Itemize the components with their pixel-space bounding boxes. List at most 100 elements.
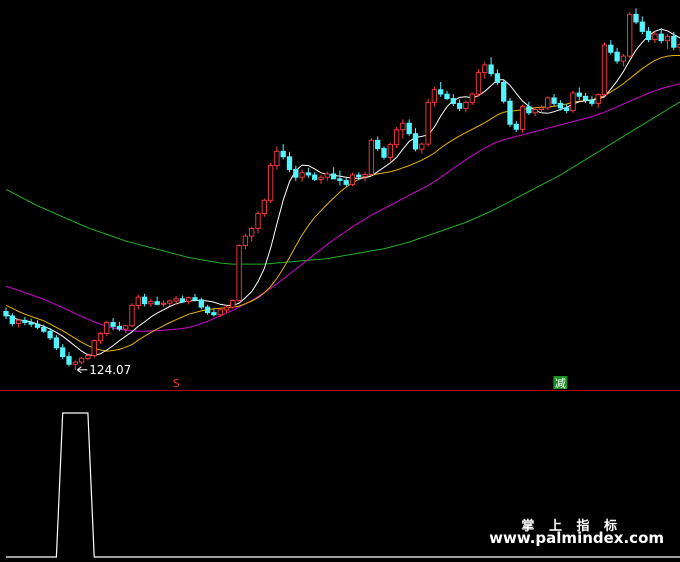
- candle-body: [627, 13, 633, 57]
- candle: [123, 324, 129, 333]
- candle-body: [123, 325, 129, 330]
- candle: [78, 357, 85, 365]
- candle: [589, 96, 595, 107]
- candle: [343, 177, 349, 187]
- candle: [519, 104, 526, 133]
- candle-body: [444, 93, 450, 99]
- candle: [412, 128, 419, 152]
- candle: [72, 360, 78, 370]
- candle: [274, 146, 280, 170]
- candle-body: [192, 297, 198, 301]
- candle: [419, 142, 425, 154]
- candle: [305, 167, 312, 178]
- candle-body: [305, 172, 312, 176]
- candle-body: [507, 100, 513, 125]
- candle: [570, 90, 576, 113]
- candle: [230, 299, 236, 309]
- candle-body: [330, 173, 337, 180]
- candle: [608, 40, 614, 55]
- candle-body: [53, 337, 60, 349]
- candle-body: [167, 300, 173, 304]
- candle-body: [469, 93, 475, 103]
- candle-body: [28, 322, 34, 325]
- candle: [645, 26, 652, 43]
- candle-body: [15, 319, 22, 325]
- candle-body: [519, 106, 526, 130]
- candle-body: [211, 312, 217, 316]
- candle: [286, 151, 293, 173]
- candle-body: [456, 102, 463, 109]
- candle: [324, 171, 330, 181]
- candle-body: [400, 122, 406, 131]
- candle: [463, 100, 469, 113]
- candle: [400, 119, 406, 139]
- candle: [469, 92, 475, 106]
- candle-body: [532, 109, 538, 114]
- candle: [141, 293, 148, 307]
- candle: [406, 119, 412, 136]
- candle-body: [601, 44, 608, 96]
- candle-body: [652, 33, 658, 41]
- ma-magenta-line: [5, 83, 680, 332]
- candle-body: [72, 361, 78, 365]
- candle: [242, 233, 249, 250]
- candle-body: [78, 357, 85, 363]
- candle: [368, 138, 375, 177]
- candle: [507, 97, 513, 128]
- candle-body: [204, 306, 211, 314]
- candle: [160, 300, 167, 308]
- candle-body: [387, 144, 393, 158]
- candle: [450, 94, 456, 107]
- candle: [538, 105, 545, 113]
- candle-body: [66, 356, 72, 365]
- candle: [9, 313, 15, 327]
- candle: [312, 172, 318, 182]
- candle-body: [431, 89, 438, 103]
- candle-body: [595, 94, 601, 104]
- candle-body: [280, 150, 286, 158]
- candle: [349, 172, 356, 186]
- candle-body: [557, 102, 564, 109]
- candle-body: [299, 172, 305, 178]
- candle: [28, 318, 34, 327]
- candle: [198, 297, 204, 310]
- candle-body: [368, 139, 375, 175]
- candle-body: [312, 174, 318, 180]
- candle-body: [450, 98, 456, 104]
- candlestick-chart: 124.07 S 减: [0, 8, 680, 558]
- candle-body: [538, 107, 545, 110]
- candle: [393, 127, 400, 148]
- candle: [375, 136, 381, 151]
- candle: [66, 352, 72, 367]
- candle: [362, 171, 368, 182]
- candle-body: [249, 227, 255, 237]
- candle-body: [141, 296, 148, 305]
- candle: [381, 146, 387, 160]
- candle-body: [223, 306, 230, 311]
- candle-body: [154, 301, 160, 305]
- candle: [501, 79, 507, 104]
- candle-body: [406, 122, 412, 135]
- signal-label: 减: [555, 377, 566, 390]
- candle-body: [274, 150, 280, 167]
- candle: [186, 296, 192, 305]
- candle: [167, 299, 173, 306]
- candle-body: [425, 101, 431, 145]
- candle-body: [286, 156, 293, 170]
- candle: [34, 320, 41, 330]
- candle-body: [110, 322, 116, 327]
- candle-body: [186, 297, 192, 303]
- candle-body: [438, 89, 444, 95]
- candle: [204, 304, 211, 315]
- candle: [532, 107, 538, 117]
- candle-body: [173, 298, 179, 302]
- candle-body: [614, 51, 620, 62]
- candle: [627, 12, 633, 59]
- candle: [438, 81, 444, 97]
- candle: [179, 295, 186, 304]
- candle-body: [242, 235, 249, 246]
- candle-body: [475, 72, 482, 95]
- candle-body: [633, 13, 639, 23]
- candle-body: [148, 301, 154, 305]
- candle: [91, 339, 97, 358]
